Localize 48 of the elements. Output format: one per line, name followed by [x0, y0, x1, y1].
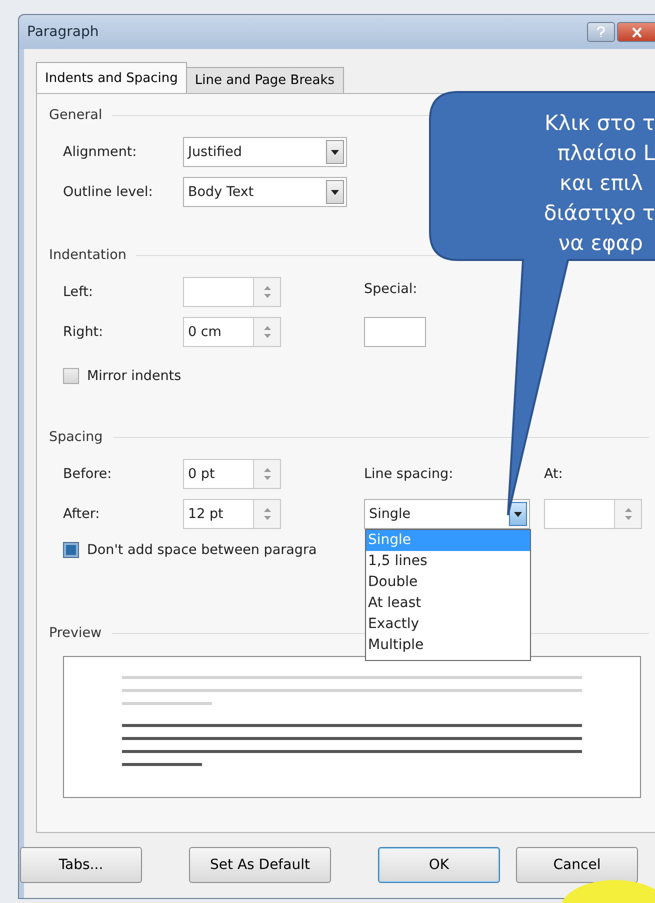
field-label: Line spacing:: [364, 466, 454, 482]
close-button[interactable]: [617, 22, 655, 42]
checkbox-label: Don't add space between paragra: [87, 542, 317, 558]
dropdown-option[interactable]: Double: [366, 572, 530, 593]
checkbox[interactable]: [63, 542, 79, 558]
field-label: Before:: [63, 466, 113, 482]
section-heading: Preview: [49, 625, 102, 641]
section-heading: Indentation: [49, 247, 126, 263]
field-label: Left:: [63, 284, 94, 300]
window-title: Paragraph: [27, 24, 99, 40]
line-spacing-dropdown[interactable]: Single: [364, 499, 530, 529]
special-dropdown[interactable]: [364, 317, 426, 347]
tab[interactable]: Line and Page Breaks: [186, 67, 344, 93]
dialog-button[interactable]: Tabs...: [20, 847, 142, 883]
checkbox[interactable]: [63, 368, 79, 384]
dropdown-option[interactable]: 1,5 lines: [366, 551, 530, 572]
field-label: Outline level:: [63, 184, 154, 200]
dialog-button[interactable]: Set As Default: [189, 847, 331, 883]
before-spinner[interactable]: 0 pt: [183, 459, 281, 489]
spinner-arrows-icon: [253, 318, 280, 346]
alignment-dropdown[interactable]: Justified: [183, 137, 347, 167]
field-label: Right:: [63, 324, 104, 340]
field-label: Special:: [364, 281, 418, 297]
callout-text: Κλικ στο τ πλαίσιο L και επιλ διάστιχο τ να εφαρ: [542, 110, 655, 257]
close-icon: [631, 26, 643, 38]
section-heading: Spacing: [49, 429, 103, 445]
dialog-button[interactable]: OK: [378, 847, 500, 883]
spinner-arrows-icon: [253, 460, 280, 488]
checkbox-label: Mirror indents: [87, 368, 182, 384]
dialog-button[interactable]: Cancel: [516, 847, 638, 883]
dropdown-option[interactable]: At least: [366, 593, 530, 614]
right-indent-spinner[interactable]: 0 cm: [183, 317, 281, 347]
help-button[interactable]: [587, 22, 615, 42]
left-indent-spinner[interactable]: [183, 277, 281, 307]
tab[interactable]: Indents and Spacing: [36, 62, 187, 93]
dropdown-option[interactable]: Exactly: [366, 614, 530, 635]
outline-level-dropdown[interactable]: Body Text: [183, 177, 347, 207]
section-heading: General: [49, 107, 102, 123]
spinner-arrows-icon: [253, 500, 280, 528]
at-spinner[interactable]: [544, 499, 642, 529]
field-label: After:: [63, 506, 101, 522]
field-label: At:: [544, 466, 564, 482]
spinner-arrows-icon: [614, 500, 641, 528]
dropdown-option[interactable]: Multiple: [366, 635, 530, 656]
spinner-arrows-icon: [253, 278, 280, 306]
field-label: Alignment:: [63, 144, 138, 160]
help-icon: [596, 26, 606, 38]
after-spinner[interactable]: 12 pt: [183, 499, 281, 529]
